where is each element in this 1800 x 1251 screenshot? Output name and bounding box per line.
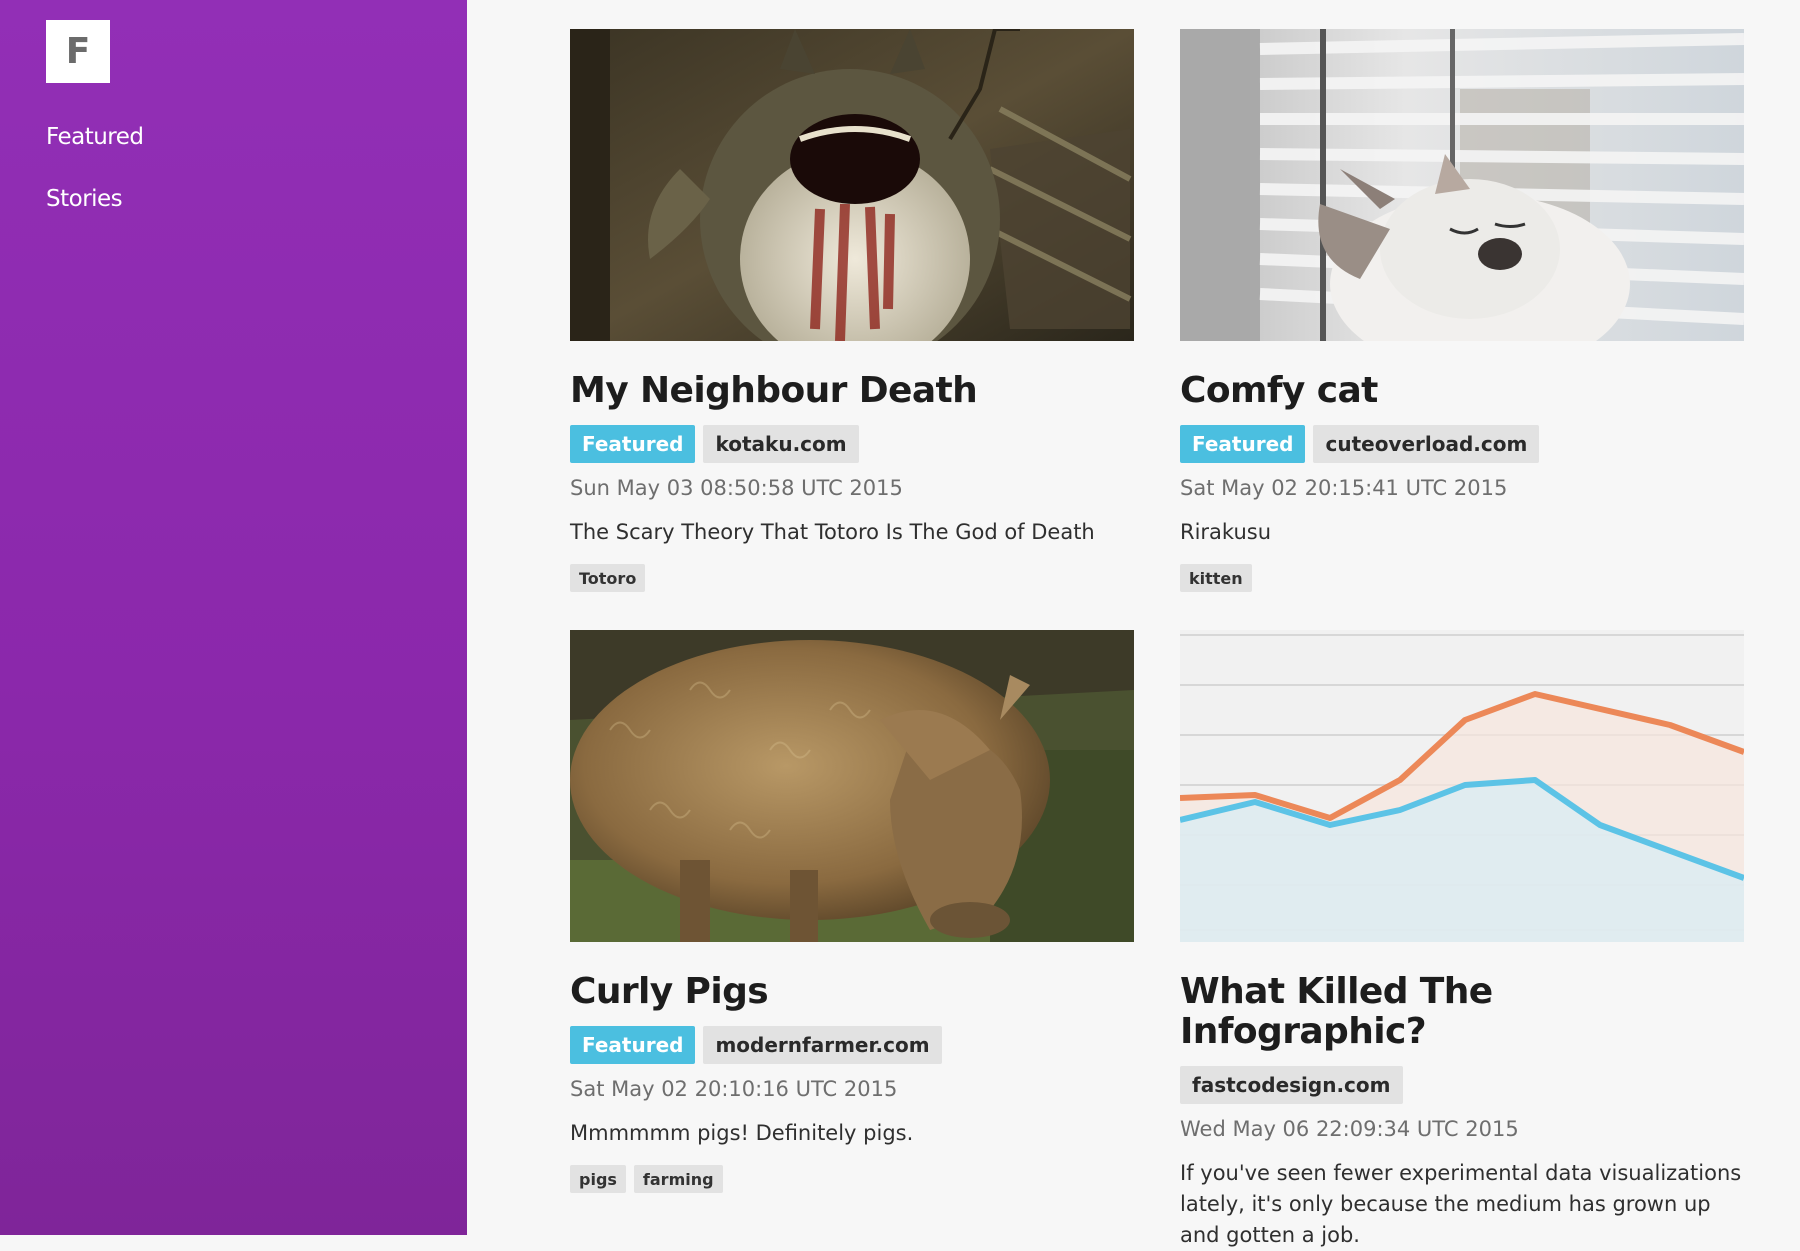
sidebar-item-stories[interactable]: Stories <box>46 186 123 212</box>
source-badge[interactable]: modernfarmer.com <box>703 1026 942 1064</box>
story-tags: pigs farming <box>570 1165 1134 1193</box>
story-description: Rirakusu <box>1180 520 1272 544</box>
tag-chip[interactable]: Totoro <box>570 564 646 592</box>
story-card: What Killed The Infographic? fastcodesig… <box>1180 630 1744 1251</box>
story-image-cat[interactable] <box>1180 29 1744 341</box>
story-date: Sat May 02 20:10:16 UTC 2015 <box>570 1077 898 1101</box>
story-title[interactable]: Curly Pigs <box>570 972 1134 1012</box>
source-badge[interactable]: cuteoverload.com <box>1313 425 1540 463</box>
story-title[interactable]: What Killed The Infographic? <box>1180 972 1744 1052</box>
tag-chip[interactable]: farming <box>633 1165 723 1193</box>
story-card: Curly Pigs Featured modernfarmer.com Sat… <box>570 630 1134 1193</box>
tag-chip[interactable]: pigs <box>570 1165 626 1193</box>
story-tags: kitten <box>1180 564 1744 592</box>
story-card: Comfy cat Featured cuteoverload.com Sat … <box>1180 29 1744 592</box>
featured-badge: Featured <box>570 425 696 463</box>
app-logo[interactable]: F <box>46 20 110 83</box>
story-date: Sat May 02 20:15:41 UTC 2015 <box>1180 476 1508 500</box>
source-badge[interactable]: fastcodesign.com <box>1180 1066 1403 1104</box>
story-image-infographic[interactable] <box>1180 630 1744 942</box>
story-date: Sun May 03 08:50:58 UTC 2015 <box>570 476 903 500</box>
source-badge[interactable]: kotaku.com <box>703 425 859 463</box>
tag-chip[interactable]: kitten <box>1180 564 1252 592</box>
story-badges: Featured cuteoverload.com <box>1180 425 1744 463</box>
story-description: Mmmmmm pigs! Definitely pigs. <box>570 1121 914 1145</box>
story-title[interactable]: Comfy cat <box>1180 371 1744 411</box>
story-description: The Scary Theory That Totoro Is The God … <box>570 520 1095 544</box>
story-badges: fastcodesign.com <box>1180 1066 1744 1104</box>
story-description: If you've seen fewer experimental data v… <box>1180 1161 1742 1247</box>
sidebar-item-featured[interactable]: Featured <box>46 124 144 150</box>
story-badges: Featured modernfarmer.com <box>570 1026 1134 1064</box>
story-tags: Totoro <box>570 564 1134 592</box>
story-badges: Featured kotaku.com <box>570 425 1134 463</box>
featured-badge: Featured <box>570 1026 696 1064</box>
story-date: Wed May 06 22:09:34 UTC 2015 <box>1180 1117 1519 1141</box>
story-title[interactable]: My Neighbour Death <box>570 371 1134 411</box>
story-card: My Neighbour Death Featured kotaku.com S… <box>570 29 1134 592</box>
story-image-pig[interactable] <box>570 630 1134 942</box>
story-image-totoro[interactable] <box>570 29 1134 341</box>
sidebar: F Featured Stories <box>0 0 467 1235</box>
featured-badge: Featured <box>1180 425 1306 463</box>
